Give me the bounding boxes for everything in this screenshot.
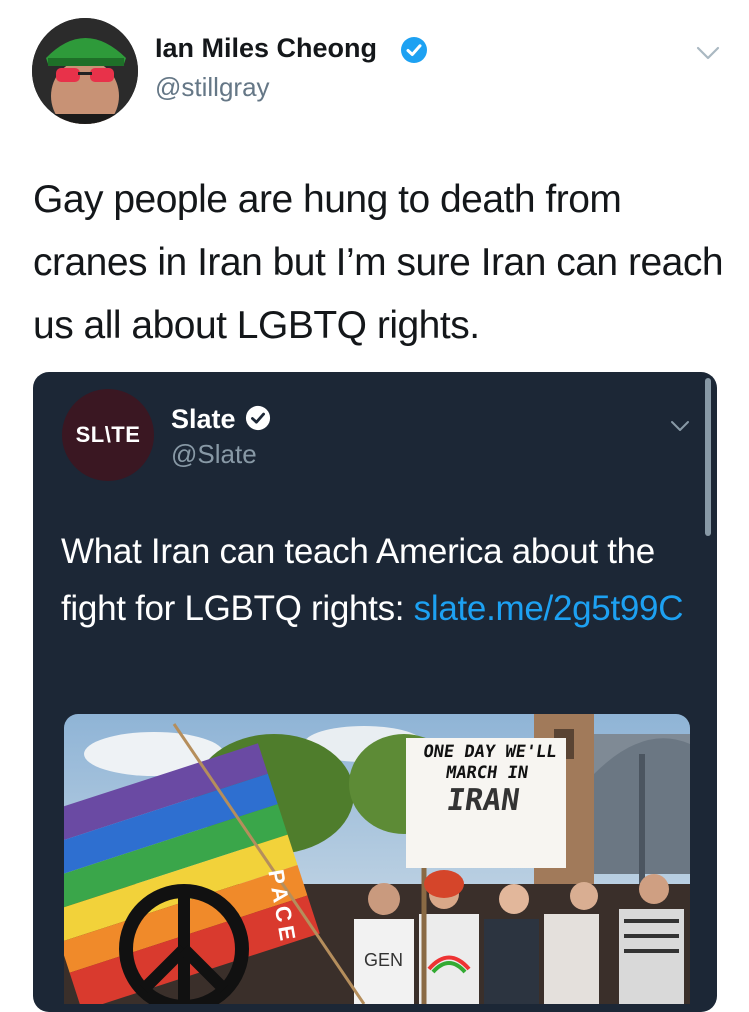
sign-line: MARCH IN bbox=[444, 763, 530, 783]
chevron-down-icon[interactable] bbox=[695, 44, 721, 62]
tweet-text: Gay people are hung to death from cranes… bbox=[33, 178, 724, 347]
verified-badge-icon bbox=[400, 36, 428, 64]
sign-text: ONE DAY WE'LL MARCH IN IRAN bbox=[401, 742, 572, 818]
quoted-author-handle[interactable]: @Slate bbox=[171, 439, 257, 470]
quoted-tweet-text: What Iran can teach America about the fi… bbox=[61, 523, 691, 637]
shirt-text: GEN bbox=[364, 950, 404, 970]
chevron-down-icon[interactable] bbox=[669, 418, 691, 434]
author-name[interactable]: Ian Miles Cheong bbox=[155, 33, 377, 64]
protest-sign: ONE DAY WE'LL MARCH IN IRAN bbox=[406, 742, 566, 866]
verified-badge-icon bbox=[245, 405, 271, 431]
avatar-image bbox=[32, 18, 138, 124]
quoted-author-name[interactable]: Slate bbox=[171, 404, 236, 435]
slate-avatar[interactable]: SL\TE bbox=[62, 389, 154, 481]
author-handle[interactable]: @stillgray bbox=[155, 72, 270, 103]
sign-emphasis: IRAN bbox=[444, 783, 522, 818]
quoted-tweet-link[interactable]: slate.me/​2g5t99C bbox=[414, 589, 684, 628]
quoted-tweet-image[interactable]: ONE DAY WE'LL MARCH IN IRAN PACE GEN bbox=[64, 714, 690, 1004]
scrollbar[interactable] bbox=[705, 378, 711, 536]
sign-line: ONE DAY WE'LL bbox=[421, 742, 558, 762]
author-avatar[interactable] bbox=[32, 18, 138, 124]
